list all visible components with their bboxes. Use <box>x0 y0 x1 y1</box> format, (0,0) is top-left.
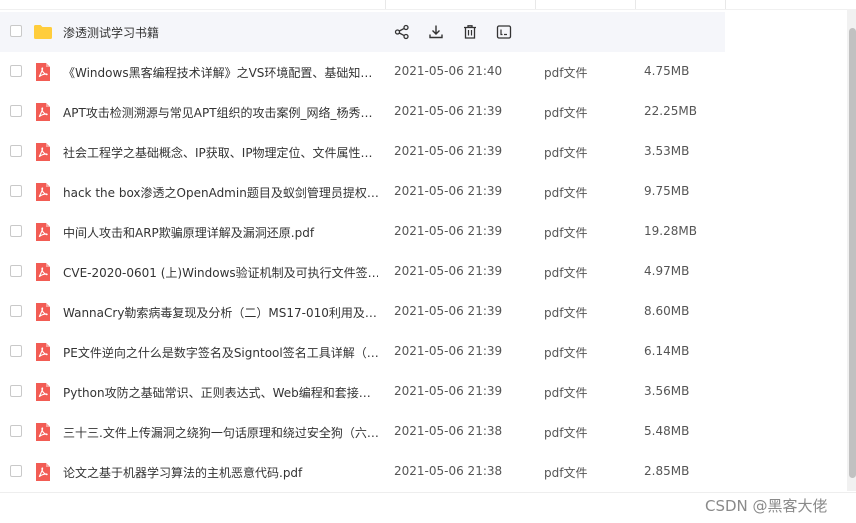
more-icon[interactable] <box>495 23 513 41</box>
file-modified-time: 2021-05-06 21:39 <box>394 144 503 158</box>
file-type: pdf文件 <box>544 266 588 280</box>
table-row[interactable]: PE文件逆向之什么是数字签名及Signtool签名工具详解（… 2021-05-0… <box>0 332 725 372</box>
table-row[interactable]: CVE-2020-0601 (上)Windows验证机制及可执行文件签… 2021… <box>0 252 725 292</box>
column-separator[interactable] <box>385 0 386 9</box>
table-row[interactable]: APT攻击检测溯源与常见APT组织的攻击案例_网络_杨秀… 2021-05-06 … <box>0 92 725 132</box>
column-separator[interactable] <box>725 0 726 9</box>
file-size: 4.97MB <box>644 264 690 278</box>
folder-icon <box>33 22 53 42</box>
file-size: 2.85MB <box>644 464 690 478</box>
file-size: 22.25MB <box>644 104 697 118</box>
pdf-file-icon <box>33 62 53 82</box>
table-row[interactable]: 《Windows黑客编程技术详解》之VS环境配置、基础知… 2021-05-06 … <box>0 52 725 92</box>
table-row[interactable]: 社会工程学之基础概念、IP获取、IP物理定位、文件属性… 2021-05-06 2… <box>0 132 725 172</box>
file-modified-time: 2021-05-06 21:38 <box>394 464 503 478</box>
scrollbar-thumb[interactable] <box>849 28 856 478</box>
pdf-file-icon <box>33 182 53 202</box>
file-type: pdf文件 <box>544 66 588 80</box>
file-type: pdf文件 <box>544 466 588 480</box>
file-modified-time: 2021-05-06 21:39 <box>394 264 503 278</box>
file-type: pdf文件 <box>544 146 588 160</box>
pdf-file-icon <box>33 462 53 482</box>
column-separator[interactable] <box>535 0 536 9</box>
pdf-file-icon <box>33 102 53 122</box>
table-row[interactable]: WannaCry勒索病毒复现及分析（二）MS17-010利用及… 2021-05-… <box>0 292 725 332</box>
pdf-file-icon <box>33 422 53 442</box>
file-modified-time: 2021-05-06 21:38 <box>394 424 503 438</box>
row-checkbox[interactable] <box>10 265 22 277</box>
file-modified-time: 2021-05-06 21:39 <box>394 224 503 238</box>
file-type: pdf文件 <box>544 226 588 240</box>
file-size: 4.75MB <box>644 64 690 78</box>
file-type: pdf文件 <box>544 426 588 440</box>
file-name[interactable]: hack the box渗透之OpenAdmin题目及蚁剑管理员提权… <box>63 184 378 201</box>
row-checkbox[interactable] <box>10 225 22 237</box>
watermark: CSDN @黑客大佬 <box>705 497 828 515</box>
row-checkbox[interactable] <box>10 25 22 37</box>
file-modified-time: 2021-05-06 21:39 <box>394 344 503 358</box>
row-checkbox[interactable] <box>10 185 22 197</box>
file-type: pdf文件 <box>544 386 588 400</box>
file-name[interactable]: 中间人攻击和ARP欺骗原理详解及漏洞还原.pdf <box>63 224 378 241</box>
table-row[interactable]: 三十三.文件上传漏洞之绕狗一句话原理和绕过安全狗（六… 2021-05-06 21… <box>0 412 725 452</box>
file-name[interactable]: CVE-2020-0601 (上)Windows验证机制及可执行文件签… <box>63 264 378 281</box>
pdf-file-icon <box>33 302 53 322</box>
file-size: 9.75MB <box>644 184 690 198</box>
file-type: pdf文件 <box>544 346 588 360</box>
file-modified-time: 2021-05-06 21:39 <box>394 384 503 398</box>
file-name[interactable]: 三十三.文件上传漏洞之绕狗一句话原理和绕过安全狗（六… <box>63 424 378 441</box>
table-row[interactable]: 论文之基于机器学习算法的主机恶意代码.pdf 2021-05-06 21:38 pd… <box>0 452 725 492</box>
row-checkbox[interactable] <box>10 345 22 357</box>
file-name[interactable]: 《Windows黑客编程技术详解》之VS环境配置、基础知… <box>63 64 378 81</box>
delete-icon[interactable] <box>461 23 479 41</box>
folder-row[interactable]: 渗透测试学习书籍 <box>0 12 725 52</box>
row-checkbox[interactable] <box>10 105 22 117</box>
pdf-file-icon <box>33 222 53 242</box>
file-size: 8.60MB <box>644 304 690 318</box>
file-type: pdf文件 <box>544 186 588 200</box>
file-size: 5.48MB <box>644 424 690 438</box>
file-name[interactable]: APT攻击检测溯源与常见APT组织的攻击案例_网络_杨秀… <box>63 104 378 121</box>
row-checkbox[interactable] <box>10 425 22 437</box>
row-checkbox[interactable] <box>10 65 22 77</box>
file-name[interactable]: Python攻防之基础常识、正则表达式、Web编程和套接… <box>63 384 378 401</box>
file-type: pdf文件 <box>544 106 588 120</box>
table-row[interactable]: hack the box渗透之OpenAdmin题目及蚁剑管理员提权… 2021-… <box>0 172 725 212</box>
file-size: 3.53MB <box>644 144 690 158</box>
file-size: 6.14MB <box>644 344 690 358</box>
share-icon[interactable] <box>393 23 411 41</box>
file-modified-time: 2021-05-06 21:39 <box>394 104 503 118</box>
file-name[interactable]: 论文之基于机器学习算法的主机恶意代码.pdf <box>63 464 378 481</box>
download-icon[interactable] <box>427 23 445 41</box>
row-checkbox[interactable] <box>10 465 22 477</box>
table-row[interactable]: 中间人攻击和ARP欺骗原理详解及漏洞还原.pdf 2021-05-06 21:39… <box>0 212 725 252</box>
row-checkbox[interactable] <box>10 305 22 317</box>
file-size: 19.28MB <box>644 224 697 238</box>
pdf-file-icon <box>33 342 53 362</box>
file-modified-time: 2021-05-06 21:40 <box>394 64 503 78</box>
file-modified-time: 2021-05-06 21:39 <box>394 304 503 318</box>
column-separator[interactable] <box>635 0 636 9</box>
file-name[interactable]: PE文件逆向之什么是数字签名及Signtool签名工具详解（… <box>63 344 378 361</box>
pdf-file-icon <box>33 382 53 402</box>
table-row[interactable]: Python攻防之基础常识、正则表达式、Web编程和套接… 2021-05-06 … <box>0 372 725 412</box>
file-name[interactable]: 社会工程学之基础概念、IP获取、IP物理定位、文件属性… <box>63 144 378 161</box>
file-size: 3.56MB <box>644 384 690 398</box>
pdf-file-icon <box>33 262 53 282</box>
table-header <box>0 0 850 10</box>
row-checkbox[interactable] <box>10 385 22 397</box>
row-checkbox[interactable] <box>10 145 22 157</box>
file-name[interactable]: WannaCry勒索病毒复现及分析（二）MS17-010利用及… <box>63 304 378 321</box>
pdf-file-icon <box>33 142 53 162</box>
folder-name[interactable]: 渗透测试学习书籍 <box>63 24 378 41</box>
file-modified-time: 2021-05-06 21:39 <box>394 184 503 198</box>
divider <box>0 492 856 493</box>
file-type: pdf文件 <box>544 306 588 320</box>
